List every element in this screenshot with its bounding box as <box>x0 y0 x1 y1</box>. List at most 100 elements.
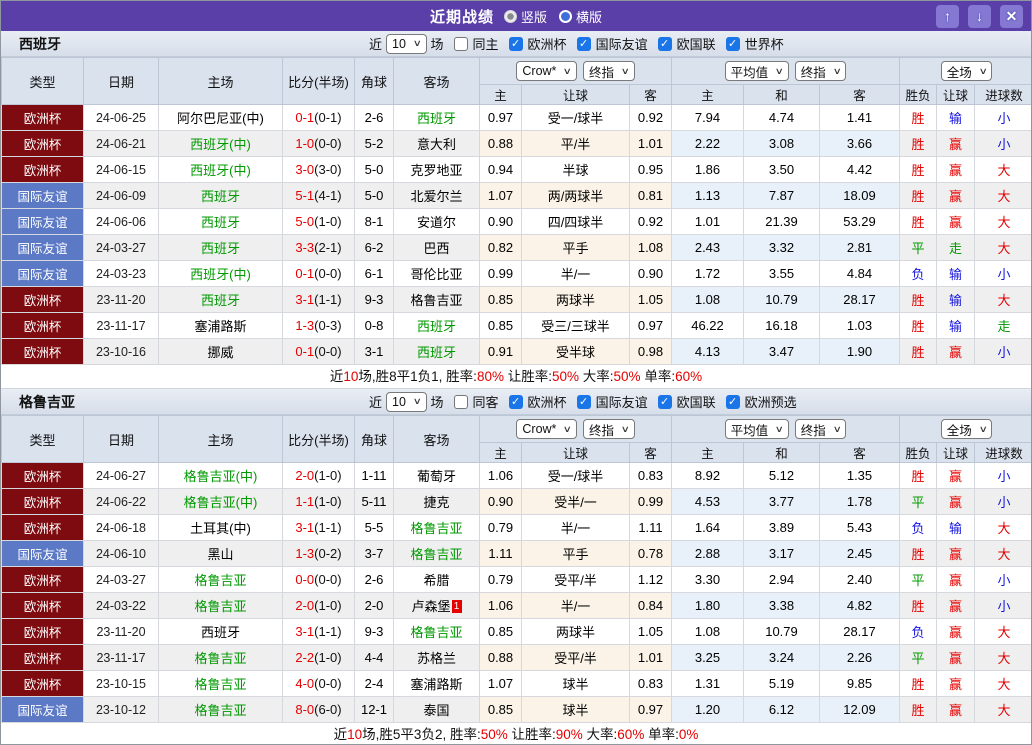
scope-select[interactable]: 全场∨ <box>941 61 993 81</box>
match-date: 23-10-15 <box>84 671 159 697</box>
radio-horizontal[interactable]: 横版 <box>559 7 602 26</box>
crow-home-odds: 0.85 <box>480 287 522 313</box>
avg-away-odds: 53.29 <box>820 209 900 235</box>
crow-away-odds: 1.01 <box>630 645 672 671</box>
league-checkbox-eurocup[interactable]: ✓ <box>509 37 523 51</box>
corner-count: 5-2 <box>355 131 394 157</box>
avg-odds-stage-select[interactable]: 终指∨ <box>795 61 847 81</box>
crow-home-odds: 0.85 <box>480 619 522 645</box>
same-venue-checkbox[interactable] <box>454 395 468 409</box>
result-cell: 胜 <box>900 697 937 723</box>
crow-odds-stage-select[interactable]: 终指∨ <box>583 61 635 81</box>
crow-handicap: 两/两球半 <box>522 183 630 209</box>
handicap-result-cell: 输 <box>937 261 975 287</box>
crow-away-odds: 0.90 <box>630 261 672 287</box>
col-result: 胜负 <box>900 85 937 105</box>
avg-draw-odds: 21.39 <box>744 209 820 235</box>
handicap-result-cell: 赢 <box>937 157 975 183</box>
match-date: 23-11-17 <box>84 313 159 339</box>
col-home: 主场 <box>159 416 283 463</box>
handicap-result-cell: 赢 <box>937 131 975 157</box>
match-date: 24-03-27 <box>84 235 159 261</box>
filter-bar: 近 10∨ 场 同客 ✓欧洲杯 ✓国际友谊 ✓欧国联 ✓欧洲预选 <box>369 392 797 412</box>
games-label: 场 <box>431 34 444 53</box>
crow-away-odds: 1.12 <box>630 567 672 593</box>
radio-vertical[interactable]: 竖版 <box>504 7 547 26</box>
goals-result-cell: 小 <box>975 593 1032 619</box>
avg-away-odds: 28.17 <box>820 619 900 645</box>
handicap-result-cell: 赢 <box>937 645 975 671</box>
radio-selected-icon[interactable] <box>504 10 517 23</box>
handicap-result-cell: 赢 <box>937 567 975 593</box>
result-cell: 平 <box>900 235 937 261</box>
avg-home-odds: 4.53 <box>672 489 744 515</box>
crow-away-odds: 1.08 <box>630 235 672 261</box>
crow-home-odds: 0.90 <box>480 209 522 235</box>
league-checkbox-euroqualifier[interactable]: ✓ <box>726 395 740 409</box>
chevron-down-icon: ∨ <box>413 396 422 407</box>
crow-away-odds: 0.92 <box>630 209 672 235</box>
handicap-result-cell: 输 <box>937 313 975 339</box>
crow-away-odds: 0.95 <box>630 157 672 183</box>
crow-home-odds: 0.85 <box>480 313 522 339</box>
league-checkbox-nationsleague[interactable]: ✓ <box>658 37 672 51</box>
match-type-badge: 欧洲杯 <box>2 313 84 339</box>
crow-handicap: 平手 <box>522 541 630 567</box>
close-button[interactable]: ✕ <box>1000 5 1023 28</box>
league-checkbox-worldcup[interactable]: ✓ <box>726 37 740 51</box>
league-checkbox-friendly[interactable]: ✓ <box>577 395 591 409</box>
league-label: 欧洲杯 <box>528 392 567 411</box>
goals-result-cell: 小 <box>975 131 1032 157</box>
move-down-button[interactable]: ↓ <box>968 5 991 28</box>
score: 1-0(0-0) <box>283 131 355 157</box>
crow-home-odds: 1.06 <box>480 593 522 619</box>
away-team: 格鲁吉亚 <box>394 515 480 541</box>
avg-odds-stage-select[interactable]: 终指∨ <box>795 419 847 439</box>
match-row: 国际友谊24-06-10黑山1-3(0-2)3-7格鲁吉亚1.11平手0.782… <box>2 541 1032 567</box>
score: 3-1(1-1) <box>283 619 355 645</box>
avg-company-select[interactable]: 平均值∨ <box>725 419 789 439</box>
away-team: 格鲁吉亚 <box>394 287 480 313</box>
crow-odds-stage-select[interactable]: 终指∨ <box>583 419 635 439</box>
crow-handicap: 受一/球半 <box>522 105 630 131</box>
recent-count-select[interactable]: 10∨ <box>386 34 427 54</box>
league-checkbox-nationsleague[interactable]: ✓ <box>658 395 672 409</box>
chevron-down-icon: ∨ <box>775 424 784 435</box>
chevron-down-icon: ∨ <box>978 66 987 77</box>
handicap-result-cell: 赢 <box>937 339 975 365</box>
avg-draw-odds: 3.47 <box>744 339 820 365</box>
league-label: 欧国联 <box>677 392 716 411</box>
away-team: 泰国 <box>394 697 480 723</box>
avg-home-odds: 1.20 <box>672 697 744 723</box>
corner-count: 0-8 <box>355 313 394 339</box>
same-venue-checkbox[interactable] <box>454 37 468 51</box>
crow-handicap: 平/半 <box>522 131 630 157</box>
avg-away-odds: 2.26 <box>820 645 900 671</box>
avg-away-odds: 28.17 <box>820 287 900 313</box>
result-cell: 胜 <box>900 339 937 365</box>
match-row: 欧洲杯23-10-15格鲁吉亚4-0(0-0)2-4塞浦路斯1.07球半0.83… <box>2 671 1032 697</box>
col-avg-draw: 和 <box>744 443 820 463</box>
avg-draw-odds: 2.94 <box>744 567 820 593</box>
scope-select[interactable]: 全场∨ <box>941 419 993 439</box>
goals-result-cell: 大 <box>975 619 1032 645</box>
crow-handicap: 受平/半 <box>522 645 630 671</box>
avg-away-odds: 1.35 <box>820 463 900 489</box>
recent-count-select[interactable]: 10∨ <box>386 392 427 412</box>
radio-unselected-icon[interactable] <box>559 10 572 23</box>
move-up-button[interactable]: ↑ <box>936 5 959 28</box>
avg-draw-odds: 3.55 <box>744 261 820 287</box>
crow-company-select[interactable]: Crow*∨ <box>516 419 577 439</box>
crow-company-select[interactable]: Crow*∨ <box>516 61 577 81</box>
goals-result-cell: 大 <box>975 235 1032 261</box>
crow-home-odds: 1.07 <box>480 183 522 209</box>
crow-away-odds: 1.11 <box>630 515 672 541</box>
match-type-badge: 国际友谊 <box>2 541 84 567</box>
avg-company-select[interactable]: 平均值∨ <box>725 61 789 81</box>
avg-home-odds: 8.92 <box>672 463 744 489</box>
avg-away-odds: 4.82 <box>820 593 900 619</box>
match-row: 欧洲杯24-06-27格鲁吉亚(中)2-0(1-0)1-11葡萄牙1.06受一/… <box>2 463 1032 489</box>
league-checkbox-eurocup[interactable]: ✓ <box>509 395 523 409</box>
avg-away-odds: 2.45 <box>820 541 900 567</box>
league-checkbox-friendly[interactable]: ✓ <box>577 37 591 51</box>
